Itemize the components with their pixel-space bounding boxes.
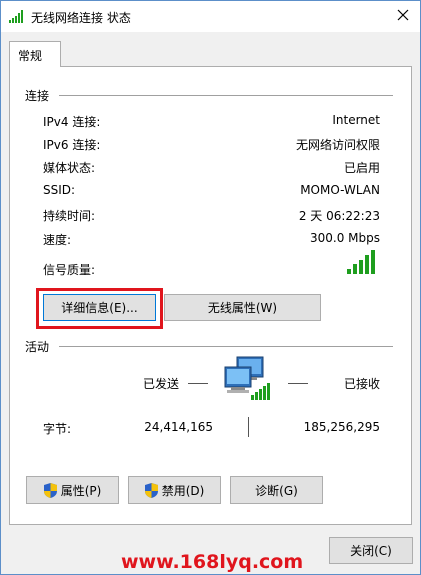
signal-quality-label: 信号质量: <box>43 263 96 277</box>
ipv6-value: 无网络访问权限 <box>295 138 380 152</box>
highlight-box <box>36 288 163 329</box>
sent-connector-line <box>188 383 208 384</box>
ipv4-label: IPv4 连接: <box>43 115 101 129</box>
media-state-value: 已启用 <box>343 161 380 175</box>
close-icon[interactable] <box>396 8 410 22</box>
signal-bar <box>365 255 369 274</box>
ipv4-value: Internet <box>332 113 380 127</box>
ssid-value: MOMO-WLAN <box>300 183 380 197</box>
speed-value: 300.0 Mbps <box>309 231 380 245</box>
disable-button[interactable]: 禁用(D) <box>128 476 221 504</box>
signal-strength-icon <box>347 250 375 274</box>
watermark: www.168lyq.com <box>121 551 304 573</box>
uac-shield-icon <box>144 482 158 498</box>
activity-divider <box>59 346 393 347</box>
wifi-signal-icon <box>9 10 23 23</box>
properties-button[interactable]: 属性(P) <box>26 476 119 504</box>
signal-bar <box>359 260 363 274</box>
signal-bar <box>347 269 351 274</box>
wireless-properties-button[interactable]: 无线属性(W) <box>164 294 321 321</box>
connection-divider <box>59 95 393 96</box>
status-window: 无线网络连接 状态 常规 连接 IPv4 连接: Internet IPv6 连… <box>0 0 421 575</box>
close-button[interactable]: 关闭(C) <box>329 537 413 564</box>
bytes-sent-value: 24,414,165 <box>144 420 213 434</box>
received-connector-line <box>288 383 308 384</box>
tab-general-label: 常规 <box>18 49 43 63</box>
ipv6-label: IPv6 连接: <box>43 138 101 152</box>
bytes-label: 字节: <box>43 422 72 436</box>
network-computers-icon <box>224 356 270 400</box>
signal-bar <box>353 264 357 274</box>
activity-section-label: 活动 <box>25 340 50 354</box>
properties-button-label: 属性(P) <box>60 483 102 498</box>
duration-label: 持续时间: <box>43 209 96 223</box>
signal-bar <box>371 250 375 274</box>
tab-general[interactable]: 常规 <box>9 41 61 67</box>
uac-shield-icon <box>43 482 57 498</box>
bytes-received-value: 185,256,295 <box>303 420 380 434</box>
ssid-label: SSID: <box>43 183 76 197</box>
diagnose-button[interactable]: 诊断(G) <box>230 476 323 504</box>
received-label: 已接收 <box>343 377 380 391</box>
media-state-label: 媒体状态: <box>43 161 96 175</box>
disable-button-label: 禁用(D) <box>161 483 205 498</box>
bytes-divider <box>248 417 249 437</box>
title-bar[interactable]: 无线网络连接 状态 <box>1 1 420 32</box>
duration-value: 2 天 06:22:23 <box>298 209 380 223</box>
sent-label: 已发送 <box>143 377 180 391</box>
connection-section-label: 连接 <box>25 89 50 103</box>
window-title: 无线网络连接 状态 <box>31 11 131 25</box>
speed-label: 速度: <box>43 233 72 247</box>
